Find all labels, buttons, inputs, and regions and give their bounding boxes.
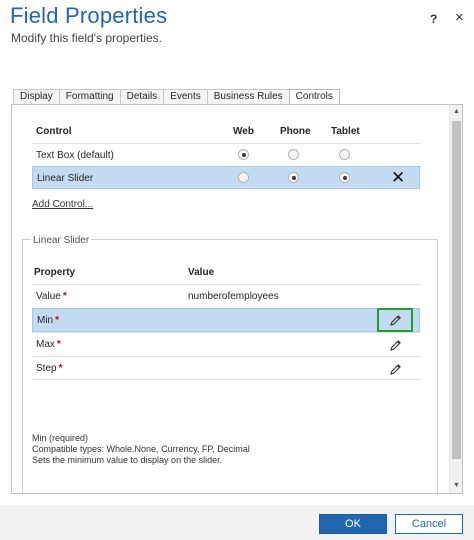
column-header-value: Value xyxy=(188,267,215,278)
pencil-icon xyxy=(389,363,401,375)
property-row-min[interactable]: Min * xyxy=(32,308,420,332)
tab-bar: Display Formatting Details Events Busine… xyxy=(13,89,340,106)
property-label: Value * xyxy=(36,291,67,302)
column-header-control: Control xyxy=(36,126,72,137)
control-row-linear-slider[interactable]: Linear Slider ✕ xyxy=(32,166,420,189)
required-marker: * xyxy=(56,339,61,350)
pencil-icon xyxy=(389,314,401,326)
column-header-phone: Phone xyxy=(280,126,311,137)
web-radio[interactable] xyxy=(238,172,249,183)
controls-table-header: Control Web Phone Tablet xyxy=(32,123,420,143)
property-label: Min * xyxy=(37,315,60,326)
phone-radio[interactable] xyxy=(288,149,299,160)
help-button[interactable]: ? xyxy=(430,12,437,26)
tab-formatting[interactable]: Formatting xyxy=(58,89,121,105)
required-marker: * xyxy=(55,315,60,326)
add-control-link[interactable]: Add Control... xyxy=(32,199,93,210)
help-line: Min (required) xyxy=(32,433,89,443)
property-row-step[interactable]: Step * xyxy=(32,356,420,380)
tab-display[interactable]: Display xyxy=(13,89,60,105)
tab-details[interactable]: Details xyxy=(119,89,165,105)
control-name: Text Box (default) xyxy=(36,150,114,161)
scroll-up-icon[interactable]: ▲ xyxy=(450,106,462,118)
vertical-scrollbar[interactable]: ▲ ▼ xyxy=(449,105,462,493)
required-marker: * xyxy=(58,363,63,374)
required-marker: * xyxy=(62,291,67,302)
fieldset-legend: Linear Slider xyxy=(31,235,92,246)
pencil-icon xyxy=(389,339,401,351)
property-help-text: Min (required) Compatible types: Whole.N… xyxy=(32,433,250,466)
edit-step-button[interactable] xyxy=(378,359,412,379)
controls-scroll-area: Control Web Phone Tablet Text Box (defau… xyxy=(12,105,448,493)
tab-events[interactable]: Events xyxy=(163,89,208,105)
tablet-radio[interactable] xyxy=(339,172,350,183)
cancel-button[interactable]: Cancel xyxy=(395,514,463,534)
dialog-subtitle: Modify this field's properties. xyxy=(11,31,163,45)
edit-min-button[interactable] xyxy=(377,308,413,332)
control-name: Linear Slider xyxy=(37,173,94,184)
column-header-property: Property xyxy=(34,267,76,278)
controls-panel: Control Web Phone Tablet Text Box (defau… xyxy=(11,104,463,494)
edit-max-button[interactable] xyxy=(378,335,412,355)
property-table-header: Property Value xyxy=(32,263,420,283)
scrollbar-thumb[interactable] xyxy=(452,121,461,459)
property-row-max[interactable]: Max * xyxy=(32,332,420,356)
dialog-title: Field Properties xyxy=(10,3,168,28)
tab-business-rules[interactable]: Business Rules xyxy=(206,89,290,105)
scroll-down-icon[interactable]: ▼ xyxy=(450,480,462,492)
property-value: numberofemployees xyxy=(188,291,279,302)
tablet-radio[interactable] xyxy=(339,149,350,160)
property-label: Max * xyxy=(36,339,61,350)
property-label: Step * xyxy=(36,363,63,374)
web-radio[interactable] xyxy=(238,149,249,160)
help-line: Sets the minimum value to display on the… xyxy=(32,455,223,465)
ok-button[interactable]: OK xyxy=(319,514,387,534)
property-row-value[interactable]: Value * numberofemployees xyxy=(32,284,420,308)
control-row-text-box[interactable]: Text Box (default) xyxy=(32,143,420,166)
phone-radio[interactable] xyxy=(288,172,299,183)
dialog-footer: OK Cancel xyxy=(0,505,474,540)
column-header-tablet: Tablet xyxy=(331,126,360,137)
remove-control-icon[interactable]: ✕ xyxy=(391,168,405,188)
column-header-web: Web xyxy=(233,126,254,137)
close-button[interactable]: × xyxy=(455,9,464,26)
help-line: Compatible types: Whole.None, Currency, … xyxy=(32,444,250,454)
